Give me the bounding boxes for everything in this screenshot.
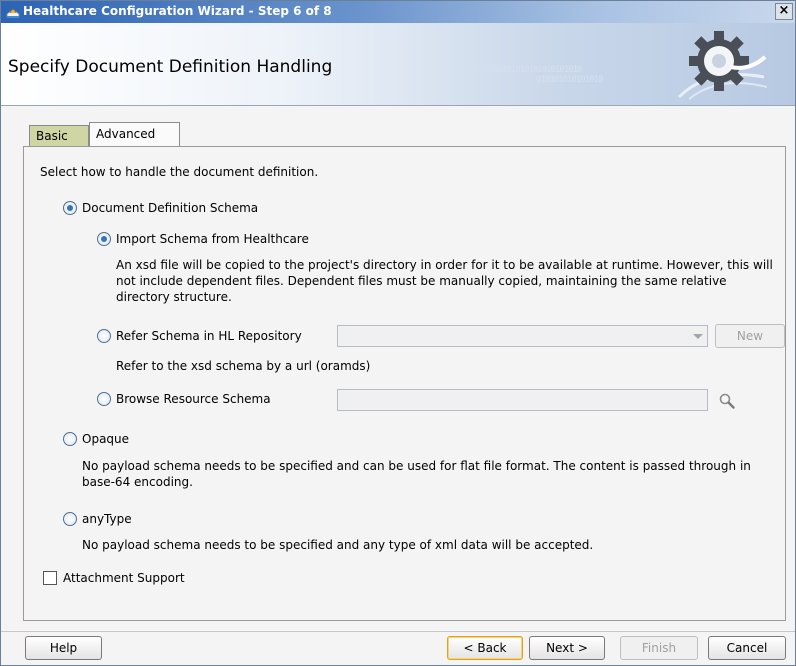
- tab-basic[interactable]: Basic: [29, 125, 89, 146]
- close-button[interactable]: ×: [775, 3, 793, 20]
- header-banner: Specify Document Definition Handling 010…: [1, 23, 795, 106]
- binary-decoration: 0101010101010101010101010: [471, 65, 582, 75]
- intro-text: Select how to handle the document defini…: [40, 165, 319, 179]
- gear-icon: [677, 31, 768, 100]
- document-definition-schema-radio[interactable]: [63, 201, 77, 215]
- browse-schema-field[interactable]: [337, 389, 708, 411]
- new-button[interactable]: New: [715, 324, 785, 348]
- search-icon[interactable]: [718, 392, 736, 410]
- import-schema-radio[interactable]: [97, 232, 111, 246]
- repository-combo[interactable]: [337, 325, 708, 347]
- finish-button[interactable]: Finish: [620, 636, 698, 660]
- back-button[interactable]: < Back: [447, 636, 523, 660]
- opaque-radio[interactable]: [63, 432, 77, 446]
- next-button[interactable]: Next >: [529, 636, 605, 660]
- title-bar[interactable]: Healthcare Configuration Wizard - Step 6…: [1, 1, 795, 23]
- import-schema-description: An xsd file will be copied to the projec…: [116, 258, 773, 304]
- tab-advanced[interactable]: Advanced: [89, 122, 180, 146]
- wizard-icon: [6, 9, 20, 18]
- cancel-button[interactable]: Cancel: [708, 636, 786, 660]
- attachment-support-checkbox[interactable]: [43, 571, 57, 585]
- binary-decoration-2: 010101010101010: [536, 75, 603, 85]
- window-title: Healthcare Configuration Wizard - Step 6…: [23, 4, 332, 18]
- browse-schema-radio[interactable]: [97, 392, 111, 406]
- attachment-support-label[interactable]: Attachment Support: [63, 571, 185, 585]
- footer-divider: [1, 631, 795, 632]
- help-button[interactable]: Help: [25, 636, 102, 660]
- anytype-radio[interactable]: [63, 512, 77, 526]
- chevron-down-icon: [693, 334, 703, 339]
- anytype-description: No payload schema needs to be specified …: [82, 538, 594, 552]
- refer-schema-description: Refer to the xsd schema by a url (oramds…: [116, 359, 371, 373]
- browse-schema-label[interactable]: Browse Resource Schema: [116, 392, 271, 406]
- anytype-label[interactable]: anyType: [82, 512, 132, 526]
- refer-schema-label[interactable]: Refer Schema in HL Repository: [116, 329, 302, 343]
- wizard-window: Healthcare Configuration Wizard - Step 6…: [0, 0, 796, 666]
- opaque-label[interactable]: Opaque: [82, 432, 129, 446]
- opaque-description: No payload schema needs to be specified …: [82, 459, 751, 489]
- document-definition-schema-label[interactable]: Document Definition Schema: [82, 201, 258, 215]
- page-title: Specify Document Definition Handling: [8, 57, 333, 77]
- import-schema-label[interactable]: Import Schema from Healthcare: [116, 232, 309, 246]
- refer-schema-radio[interactable]: [97, 329, 111, 343]
